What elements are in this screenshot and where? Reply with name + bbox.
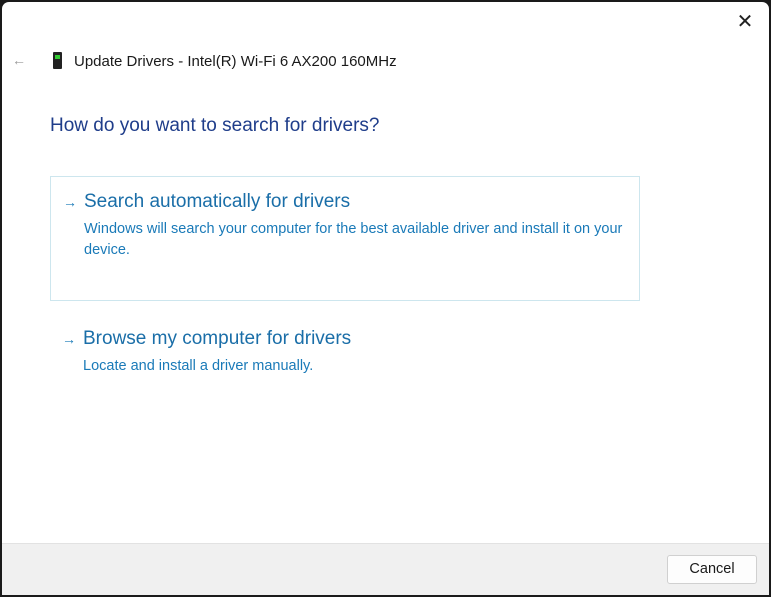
dialog-footer: Cancel [2,543,769,595]
update-drivers-dialog: ✕ ← Update Drivers - Intel(R) Wi-Fi 6 AX… [2,2,769,595]
cancel-button[interactable]: Cancel [667,555,757,584]
arrow-right-icon: → [62,331,76,347]
arrow-right-icon: → [63,194,77,210]
browse-computer-option[interactable]: → Browse my computer for drivers Locate … [50,314,640,384]
dialog-title: Update Drivers - Intel(R) Wi-Fi 6 AX200 … [74,53,397,70]
option-title: Browse my computer for drivers [83,328,352,349]
option-description: Locate and install a driver manually. [83,358,314,374]
page-heading: How do you want to search for drivers? [50,115,380,136]
back-arrow-icon[interactable]: ← [12,52,26,68]
option-title: Search automatically for drivers [84,191,351,212]
close-icon[interactable]: ✕ [735,12,755,32]
network-adapter-icon [53,52,62,69]
search-automatically-option[interactable]: → Search automatically for drivers Windo… [50,176,640,301]
option-description: Windows will search your computer for th… [84,221,623,258]
